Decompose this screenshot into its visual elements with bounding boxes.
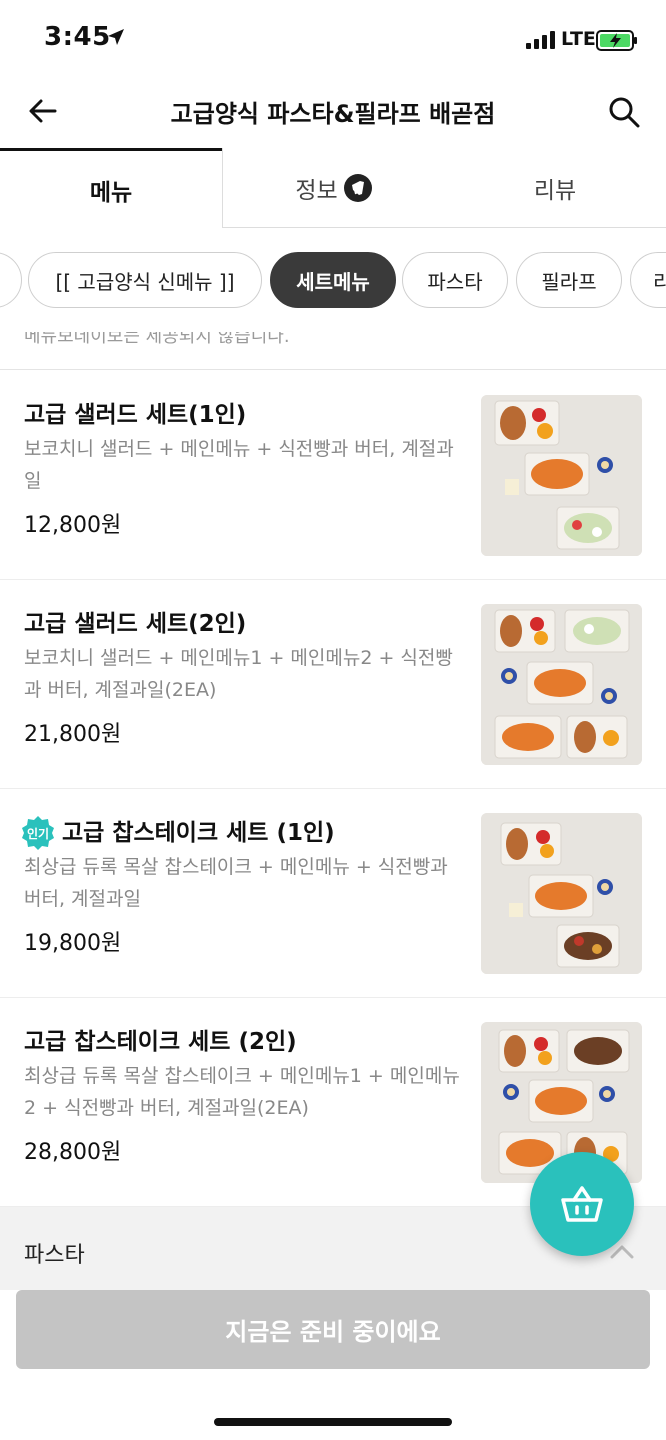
- tab-reviews-label: 리뷰: [533, 177, 577, 204]
- menu-item-name: 고급 찹스테이크 세트 (2인): [24, 1029, 297, 1055]
- popular-badge-label: 인기: [27, 826, 49, 841]
- section-title: 파스타: [24, 1243, 85, 1268]
- top-nav-bar: 고급양식 파스타&필라프 배곧점: [0, 80, 666, 148]
- menu-item-price: 21,800원: [24, 722, 122, 747]
- tab-menu[interactable]: 메뉴: [0, 148, 222, 228]
- chip-label: 파스타: [427, 269, 483, 294]
- network-label: LTE: [561, 28, 596, 50]
- chip-label: 필라프: [541, 269, 597, 294]
- menu-item-name: 고급 샐러드 세트(1인): [24, 402, 247, 428]
- search-icon[interactable]: [608, 96, 640, 128]
- status-time: 3:45: [44, 22, 111, 52]
- menu-item-photo: [481, 395, 642, 556]
- battery-charging-icon: [596, 30, 637, 51]
- tab-menu-label: 메뉴: [89, 179, 133, 206]
- category-chip-new-menu[interactable]: [[ 고급양식 신메뉴 ]]: [28, 252, 262, 308]
- megaphone-icon: [343, 173, 372, 202]
- chevron-up-icon: [610, 1245, 634, 1259]
- tab-info[interactable]: 정보: [222, 148, 444, 228]
- status-bar: 3:45 LTE: [0, 0, 666, 80]
- menu-item-description: 최상급 듀록 목살 찹스테이크 + 메인메뉴 + 식전빵과 버터, 계절과일: [24, 856, 448, 910]
- chip-label: 세트메뉴: [296, 269, 370, 294]
- menu-item[interactable]: 고급 샐러드 세트(2인) 보코치니 샐러드 + 메인메뉴1 + 메인메뉴2 +…: [0, 580, 666, 789]
- category-chip-pasta[interactable]: 파스타: [402, 252, 508, 308]
- basket-icon: [561, 1186, 603, 1222]
- menu-item-price: 28,800원: [24, 1140, 122, 1165]
- tab-info-label: 정보: [295, 177, 338, 204]
- menu-item-description: 보코치니 샐러드 + 메인메뉴 + 식전빵과 버터, 계절과일: [24, 438, 454, 492]
- back-arrow-icon[interactable]: [28, 96, 58, 126]
- chip-label: 리: [653, 269, 666, 294]
- tab-reviews[interactable]: 리뷰: [444, 148, 666, 228]
- menu-item[interactable]: 인기 고급 찹스테이크 세트 (1인) 최상급 듀록 목살 찹스테이크 + 메인…: [0, 789, 666, 998]
- store-tabs: 메뉴 정보 리뷰: [0, 148, 666, 228]
- location-arrow-icon: [108, 29, 124, 45]
- menu-item[interactable]: 고급 샐러드 세트(1인) 보코치니 샐러드 + 메인메뉴 + 식전빵과 버터,…: [0, 371, 666, 580]
- cart-button[interactable]: [530, 1152, 634, 1256]
- menu-item-photo: [481, 813, 642, 974]
- bottom-action-bar: 지금은 준비 중이에요: [0, 1290, 666, 1440]
- menu-item-price: 12,800원: [24, 513, 122, 538]
- menu-item-price: 19,800원: [24, 931, 122, 956]
- preparing-button[interactable]: 지금은 준비 중이에요: [16, 1290, 650, 1369]
- preparing-button-label: 지금은 준비 중이에요: [225, 1318, 441, 1346]
- menu-item-description: 최상급 듀록 목살 찹스테이크 + 메인메뉴1 + 메인메뉴2 + 식전빵과 버…: [24, 1065, 460, 1119]
- menu-item-name: 고급 샐러드 세트(2인): [24, 611, 247, 637]
- menu-item-name: 고급 찹스테이크 세트 (1인): [62, 820, 335, 846]
- category-chip-set-menu[interactable]: 세트메뉴: [270, 252, 396, 308]
- category-chip-next[interactable]: 리: [630, 252, 666, 308]
- notice-text: 메뉴보데이보는 제공되지 않습니다.: [24, 332, 290, 347]
- home-indicator: [214, 1418, 452, 1426]
- category-chip-pilaf[interactable]: 필라프: [516, 252, 622, 308]
- category-chip-previous[interactable]: [0, 252, 22, 308]
- signal-bars-icon: [526, 31, 555, 49]
- menu-item-description: 보코치니 샐러드 + 메인메뉴1 + 메인메뉴2 + 식전빵과 버터, 계절과일…: [24, 647, 453, 701]
- menu-item-photo: [481, 604, 642, 765]
- category-chip-bar: [[ 고급양식 신메뉴 ]] 세트메뉴 파스타 필라프 리: [0, 228, 666, 332]
- popular-badge-icon: 인기: [22, 816, 54, 850]
- category-notice: 메뉴보데이보는 제공되지 않습니다.: [0, 332, 666, 370]
- chip-label: [[ 고급양식 신메뉴 ]]: [55, 269, 235, 294]
- store-title: 고급양식 파스타&필라프 배곧점: [170, 100, 496, 128]
